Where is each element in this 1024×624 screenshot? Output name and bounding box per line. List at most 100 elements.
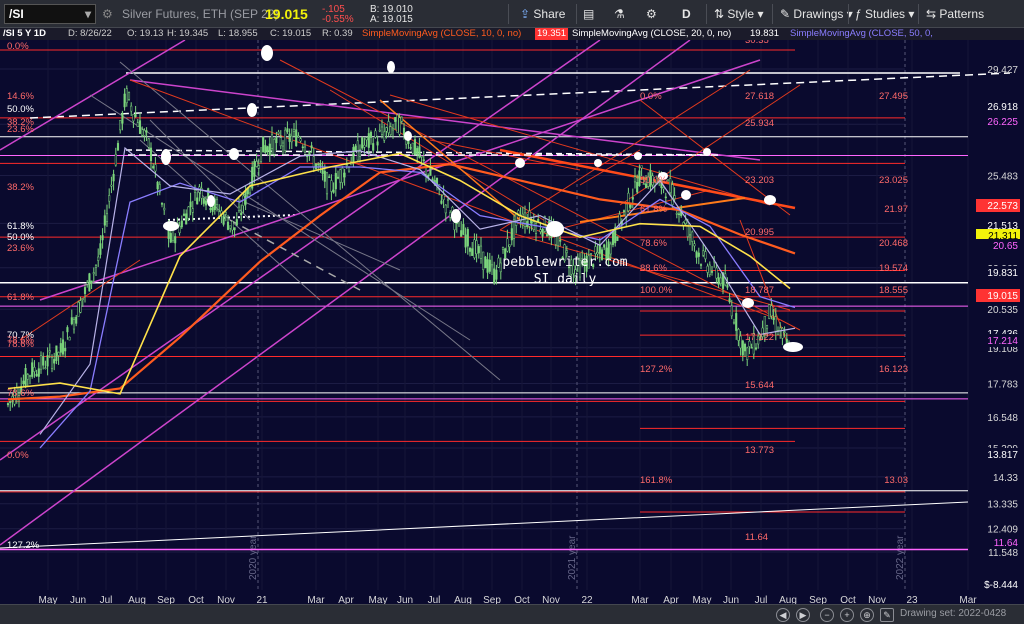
price-badge-text: 17.214 [987, 336, 1018, 347]
style-button[interactable]: ⇅ Style ▾ [714, 0, 763, 28]
zoom-in-icon[interactable]: + [840, 608, 854, 622]
candle-body [330, 180, 333, 192]
fib-mirror-label: 20.468 [879, 238, 908, 249]
drawing-set-label[interactable]: Drawing set: 2022-0428 [900, 608, 1006, 619]
candle-body [88, 273, 91, 292]
fib-value-label: 25.934 [745, 118, 774, 129]
candle-body [420, 155, 423, 158]
price-badge: 13.817 [976, 448, 1020, 461]
candle-body [152, 166, 155, 169]
drawing-tools-icon[interactable]: ✎ [880, 608, 894, 622]
scroll-left-icon[interactable]: ◀ [776, 608, 790, 622]
candle-body [488, 259, 491, 272]
candle-body [466, 229, 469, 247]
candle-body [730, 305, 733, 317]
pivot-marker [387, 61, 395, 73]
candle-body [376, 141, 379, 146]
candle-body [229, 225, 232, 229]
candle-body [191, 208, 194, 213]
interval-button[interactable]: D [682, 0, 691, 28]
pivot-marker [783, 342, 803, 352]
candle-body [169, 233, 172, 243]
legend-sma10[interactable]: SimpleMovingAvg (CLOSE, 10, 0, no) [362, 28, 521, 40]
candle-body [541, 228, 544, 237]
candle-body [719, 277, 722, 284]
candle-body [693, 243, 696, 247]
pivot-marker [163, 221, 179, 231]
candle-body [387, 121, 390, 134]
candle-body [33, 367, 36, 372]
candle-body [262, 136, 265, 153]
candle-body [295, 129, 298, 147]
candle-body [72, 319, 76, 330]
candle-body [325, 172, 329, 195]
price-badge: $-8.444 [976, 578, 1020, 591]
legend-sma20[interactable]: SimpleMovingAvg (CLOSE, 20, 0, no) [572, 28, 731, 40]
studies-button[interactable]: ƒ Studies ▾ [855, 0, 914, 28]
candle-body [471, 248, 474, 256]
zoom-out-icon[interactable]: − [820, 608, 834, 622]
candle-body [378, 129, 381, 132]
candle-body [237, 206, 241, 211]
candle-body [743, 343, 747, 352]
candle-body [640, 165, 643, 169]
candle-body [116, 143, 120, 151]
candle-body [369, 131, 373, 138]
study-legend: /SI 5 Y 1D D: 8/26/22 O: 19.13 H: 19.345… [0, 28, 1024, 40]
candle-body [61, 339, 65, 355]
legend-sma50[interactable]: SimpleMovingAvg (CLOSE, 50, 0, [790, 28, 933, 40]
candle-body [633, 176, 637, 183]
pivot-marker [404, 131, 412, 141]
candle-body [534, 222, 538, 234]
price-badge: 11.64 [976, 536, 1020, 549]
symbol-input[interactable]: /SI ▾ [4, 4, 96, 24]
candle-body [48, 350, 51, 353]
price-tick: 20.535 [987, 305, 1018, 316]
price-chart[interactable]: 2020 year 2021 year 2022 year 0.0% 14.6% 50.… [0, 40, 1024, 606]
price-tick: 14.33 [993, 473, 1018, 484]
price-tick: 13.335 [987, 500, 1018, 511]
drawings-button[interactable]: ✎ Drawings ▾ [780, 0, 853, 28]
candle-body [138, 120, 142, 134]
candle-body [134, 114, 137, 117]
fib-left-label: 127.2% [7, 540, 40, 551]
candle-body [59, 343, 62, 353]
settings-icon[interactable]: ⚙ [102, 0, 113, 28]
candle-body [299, 138, 302, 142]
watermark-site: pebblewriter.com [502, 255, 627, 270]
candle-body [750, 347, 753, 349]
legend-open: O: 19.13 [127, 28, 164, 39]
candle-body [257, 165, 260, 169]
candle-body [779, 327, 782, 331]
pivot-marker [634, 152, 642, 160]
candle-body [774, 316, 777, 332]
fib-left-label: 61.8% [7, 292, 34, 303]
patterns-button[interactable]: ⇆ Patterns [926, 0, 984, 28]
candle-body [99, 243, 102, 255]
scroll-right-icon[interactable]: ▶ [796, 608, 810, 622]
candle-body [57, 352, 60, 356]
legend-sma20-value: 19.831 [750, 28, 780, 39]
chart-settings-button[interactable]: ⚙ [646, 0, 657, 28]
candle-body [185, 213, 188, 225]
fib-mirror-label: 23.025 [879, 175, 908, 186]
price-tick: 29.427 [987, 65, 1018, 76]
flask-button[interactable]: ⚗ [614, 0, 625, 28]
candle-body [596, 252, 599, 255]
candle-body [336, 176, 340, 179]
candle-body [147, 138, 150, 148]
legend-close: C: 19.015 [270, 28, 312, 39]
candle-body [297, 135, 300, 138]
candle-body [490, 264, 494, 267]
data-box-button[interactable]: ▤ [583, 0, 594, 28]
chevron-down-icon: ▾ [84, 7, 91, 21]
candle-body [160, 203, 164, 205]
candle-body [334, 173, 337, 190]
share-button[interactable]: ⇪ Share [520, 0, 565, 28]
candle-body [143, 130, 146, 136]
fib-pct-label: 0.0% [640, 91, 662, 102]
candle-body [112, 173, 115, 182]
candle-body [783, 331, 786, 333]
candle-body [636, 182, 639, 193]
zoom-reset-icon[interactable]: ⊕ [860, 608, 874, 622]
